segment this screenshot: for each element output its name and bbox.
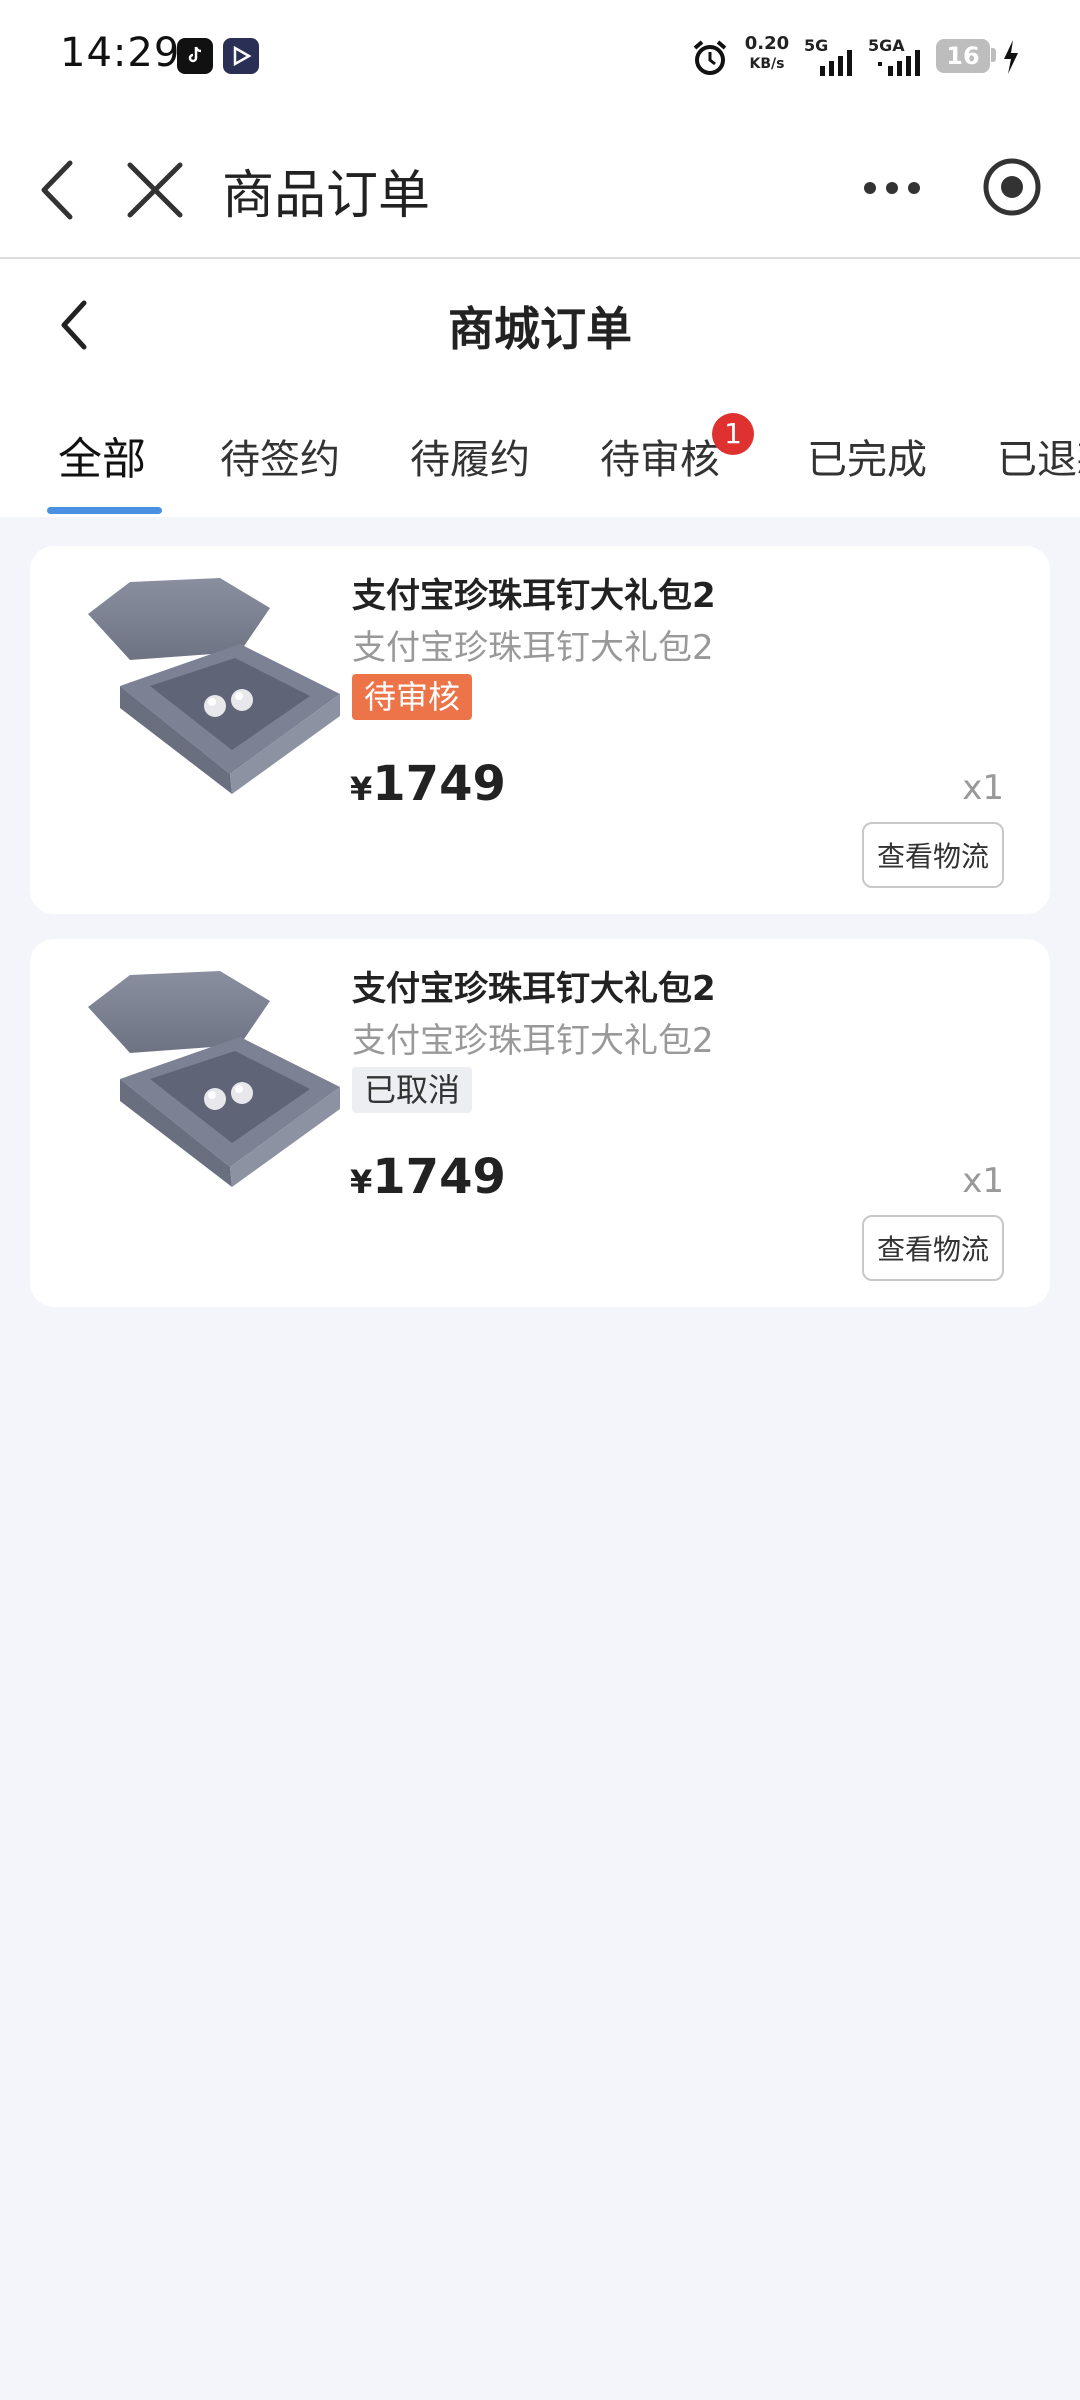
alarm-icon — [690, 38, 730, 82]
tab-all[interactable]: 全部 — [58, 423, 146, 487]
tab-pending-review[interactable]: 待审核 — [600, 427, 720, 485]
view-logistics-button[interactable]: 查看物流 — [862, 822, 1004, 888]
more-icon[interactable] — [862, 173, 922, 203]
order-card[interactable]: 支付宝珍珠耳钉大礼包2 支付宝珍珠耳钉大礼包2 已取消 ¥1749 x1 查看物… — [30, 939, 1050, 1307]
battery-icon: 16 — [936, 39, 990, 73]
page-header: 商城订单 — [0, 259, 1080, 389]
network-speed: 0.20 KB/s — [742, 34, 792, 74]
page-title: 商城订单 — [448, 302, 632, 356]
product-title: 支付宝珍珠耳钉大礼包2 — [352, 576, 716, 616]
tab-refunded[interactable]: 已退款 — [997, 427, 1080, 485]
currency-symbol: ¥ — [350, 1163, 373, 1201]
mini-app-header: 商品订单 — [0, 115, 1080, 259]
tiktok-icon — [177, 38, 213, 74]
speed-value: 0.20 — [744, 33, 790, 54]
order-card[interactable]: 支付宝珍珠耳钉大礼包2 支付宝珍珠耳钉大礼包2 待审核 ¥1749 x1 查看物… — [30, 546, 1050, 914]
battery-tip — [991, 48, 996, 62]
price: ¥1749 — [350, 1149, 506, 1205]
signal-icon — [818, 50, 858, 80]
app-title: 商品订单 — [222, 166, 431, 226]
speed-unit: KB/s — [749, 56, 785, 72]
quantity: x1 — [962, 768, 1004, 808]
price-value: 1749 — [372, 1149, 506, 1205]
tab-badge: 1 — [712, 413, 754, 455]
product-title: 支付宝珍珠耳钉大礼包2 — [352, 969, 716, 1009]
product-subtitle: 支付宝珍珠耳钉大礼包2 — [352, 628, 714, 668]
tab-completed[interactable]: 已完成 — [807, 427, 927, 485]
tab-to-sign[interactable]: 待签约 — [220, 427, 340, 485]
target-icon[interactable] — [980, 155, 1044, 219]
close-icon[interactable] — [122, 157, 188, 223]
product-image — [70, 574, 360, 824]
product-subtitle: 支付宝珍珠耳钉大礼包2 — [352, 1021, 714, 1061]
charging-icon — [1002, 40, 1020, 78]
product-image — [70, 967, 360, 1217]
status-badge: 待审核 — [352, 674, 473, 720]
back-icon[interactable] — [36, 155, 96, 225]
price-value: 1749 — [372, 756, 506, 812]
currency-symbol: ¥ — [350, 770, 373, 808]
price: ¥1749 — [350, 756, 506, 812]
quantity: x1 — [962, 1161, 1004, 1201]
status-bar: 14:29 0.20 KB/s 5G 5GA 16 — [0, 0, 1080, 115]
status-time: 14:29 — [60, 30, 181, 76]
view-logistics-button[interactable]: 查看物流 — [862, 1215, 1004, 1281]
signal-icon — [878, 50, 926, 80]
status-badge: 已取消 — [352, 1067, 473, 1113]
order-tabs: 全部 待签约 待履约 待审核 1 已完成 已退款 — [0, 389, 1080, 517]
active-tab-indicator — [47, 507, 162, 514]
tab-to-fulfill[interactable]: 待履约 — [410, 427, 530, 485]
app-icon — [223, 38, 259, 74]
